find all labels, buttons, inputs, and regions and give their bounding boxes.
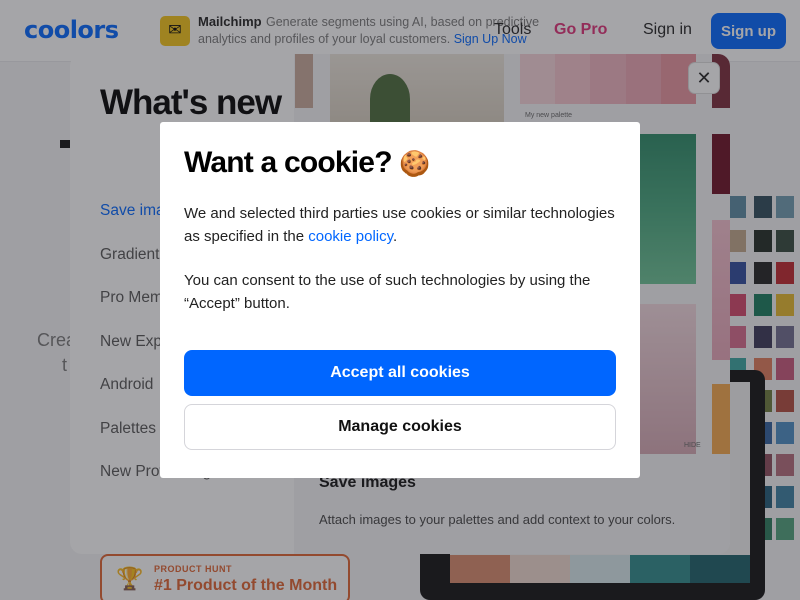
- cookie-title-text: Want a cookie?: [184, 146, 393, 179]
- cookie-consent-text: You can consent to the use of such techn…: [184, 272, 591, 312]
- manage-cookies-button[interactable]: Manage cookies: [184, 404, 616, 450]
- cookie-title: Want a cookie? 🍪: [184, 146, 430, 180]
- cookie-description-text: We and selected third parties use cookie…: [184, 205, 615, 245]
- accept-all-cookies-button[interactable]: Accept all cookies: [184, 350, 616, 396]
- cookie-description-end: .: [393, 228, 398, 245]
- cookie-icon: 🍪: [399, 150, 430, 178]
- cookie-description: We and selected third parties use cookie…: [184, 202, 624, 248]
- cookie-consent-dialog: Want a cookie? 🍪 We and selected third p…: [160, 122, 640, 478]
- cookie-policy-link[interactable]: cookie policy: [308, 228, 393, 245]
